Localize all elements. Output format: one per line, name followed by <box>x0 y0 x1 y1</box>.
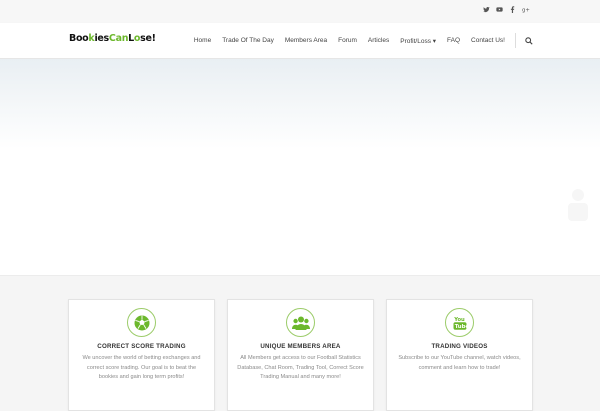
feature-description: All Members get access to our Football S… <box>237 355 364 380</box>
feature-card-members-area: UNIQUE MEMBERS AREA All Members get acce… <box>227 299 374 411</box>
svg-text:Tube: Tube <box>454 324 467 330</box>
youtube-icon: You Tube <box>445 308 474 337</box>
nav-articles[interactable]: Articles <box>368 37 389 44</box>
nav-contact-us[interactable]: Contact Us! <box>471 37 505 44</box>
nav-trade-of-the-day[interactable]: Trade Of The Day <box>222 37 274 44</box>
feature-title: TRADING VIDEOS <box>431 343 488 350</box>
main-nav: Home Trade Of The Day Members Area Forum… <box>183 23 533 58</box>
svg-text:g+: g+ <box>522 8 530 14</box>
site-logo[interactable]: BookiesCanLose! <box>69 33 156 44</box>
nav-profit-loss[interactable]: Profit/Loss ▾ <box>400 37 436 45</box>
feature-description: Subscribe to our YouTube channel, watch … <box>398 355 521 371</box>
hero-decoration-icon <box>568 189 588 221</box>
twitter-icon[interactable] <box>483 6 490 16</box>
nav-divider <box>515 33 516 48</box>
nav-faq[interactable]: FAQ <box>447 37 460 44</box>
social-links: g+ <box>483 6 530 16</box>
logo-text-2: Can <box>108 33 129 44</box>
nav-members-area[interactable]: Members Area <box>285 37 327 44</box>
youtube-icon[interactable] <box>496 6 503 16</box>
logo-text-3b: se! <box>140 33 156 44</box>
feature-card-correct-score: CORRECT SCORE TRADING We uncover the wor… <box>68 299 215 411</box>
feature-title: CORRECT SCORE TRADING <box>97 343 186 350</box>
nav-home[interactable]: Home <box>194 37 211 44</box>
feature-title: UNIQUE MEMBERS AREA <box>260 343 341 350</box>
soccer-ball-icon <box>127 308 156 337</box>
group-icon <box>286 308 315 337</box>
search-icon[interactable] <box>525 36 533 45</box>
top-bar: g+ <box>0 0 600 23</box>
feature-card-trading-videos: You Tube TRADING VIDEOS Subscribe to our… <box>386 299 533 411</box>
feature-description: We uncover the world of betting exchange… <box>82 355 201 380</box>
google-plus-icon[interactable]: g+ <box>522 6 530 16</box>
hero-banner <box>0 59 600 276</box>
facebook-icon[interactable] <box>509 6 516 16</box>
logo-text-1: Boo <box>69 33 89 44</box>
logo-text-1b: ies <box>94 33 109 44</box>
nav-forum[interactable]: Forum <box>338 37 357 44</box>
site-header: BookiesCanLose! Home Trade Of The Day Me… <box>0 23 600 59</box>
